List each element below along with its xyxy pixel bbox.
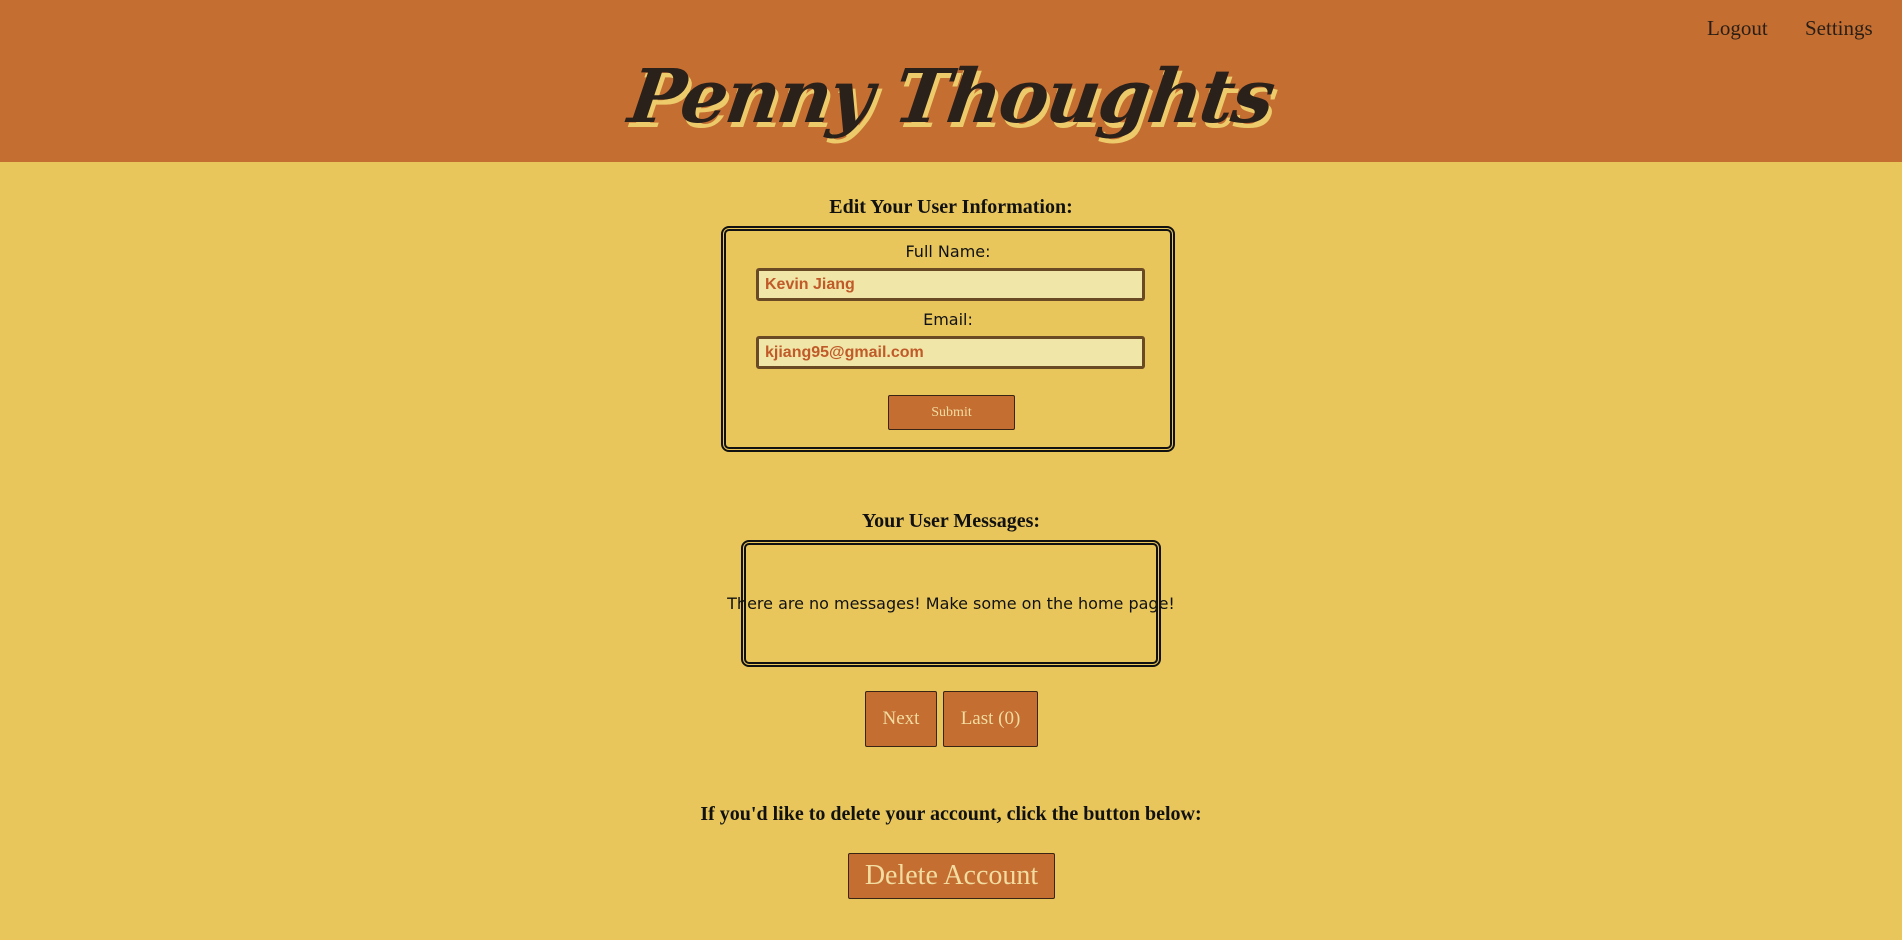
- email-input[interactable]: [756, 336, 1145, 369]
- messages-heading: Your User Messages:: [861, 510, 1041, 532]
- full-name-label: Full Name:: [905, 242, 991, 261]
- settings-link[interactable]: Settings: [1805, 16, 1873, 41]
- email-label: Email:: [923, 310, 973, 329]
- site-title: Penny Thoughts: [623, 54, 1279, 140]
- messages-panel: There are no messages! Make some on the …: [727, 540, 1175, 667]
- delete-account-button[interactable]: Delete Account: [848, 853, 1055, 899]
- last-page-button[interactable]: Last (0): [943, 691, 1038, 747]
- next-page-button[interactable]: Next: [865, 691, 937, 747]
- submit-button[interactable]: Submit: [888, 395, 1015, 430]
- edit-info-heading: Edit Your User Information:: [829, 196, 1073, 218]
- logout-link[interactable]: Logout: [1707, 16, 1768, 41]
- edit-info-form: Full Name: Email: Submit: [721, 226, 1175, 452]
- empty-messages-text: There are no messages! Make some on the …: [727, 594, 1175, 613]
- delete-account-prompt: If you'd like to delete your account, cl…: [700, 803, 1202, 825]
- full-name-input[interactable]: [756, 268, 1145, 301]
- site-header: Logout Settings Penny Thoughts: [0, 0, 1902, 162]
